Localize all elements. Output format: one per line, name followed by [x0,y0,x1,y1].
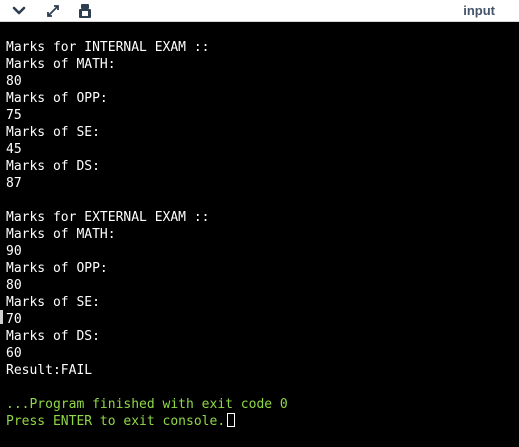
stop-button[interactable] [74,2,96,20]
expand-arrows-icon [45,4,61,18]
console-output[interactable]: Marks for INTERNAL EXAM :: Marks of MATH… [6,39,519,447]
console-toolbar: input [0,0,519,22]
console-line: Marks of DS: [6,159,100,174]
expand-console-button[interactable] [42,2,64,20]
exit-status-line: ...Program finished with exit code 0 [6,397,288,412]
console-line: 80 [6,74,22,89]
console-line: Marks for EXTERNAL EXAM :: [6,210,210,225]
console-line: 75 [6,108,22,123]
exit-prompt-line: Press ENTER to exit console. [6,413,519,430]
console-line: 80 [6,278,22,293]
chevron-down-icon [12,5,26,17]
console-line: Marks for INTERNAL EXAM :: [6,40,210,55]
text-cursor [227,413,236,427]
console-line: Marks of MATH: [6,57,116,72]
collapse-button[interactable] [8,2,30,20]
console-line: Marks of SE: [6,125,100,140]
input-tab[interactable]: input [463,3,495,18]
console-line: 87 [6,176,22,191]
stop-icon [78,3,92,19]
console-line: Marks of OPP: [6,261,108,276]
console-line: Marks of OPP: [6,91,108,106]
console-line: 45 [6,142,22,157]
result-line: Result:FAIL [6,363,93,378]
console-line: 90 [6,244,22,259]
console-line: Marks of DS: [6,329,100,344]
console-line: 70 [6,312,22,327]
console-line: Marks of SE: [6,295,100,310]
scroll-edge-marker [0,310,3,324]
console-line: 60 [6,346,22,361]
exit-prompt-text: Press ENTER to exit console. [6,414,226,429]
console-line: Marks of MATH: [6,227,116,242]
